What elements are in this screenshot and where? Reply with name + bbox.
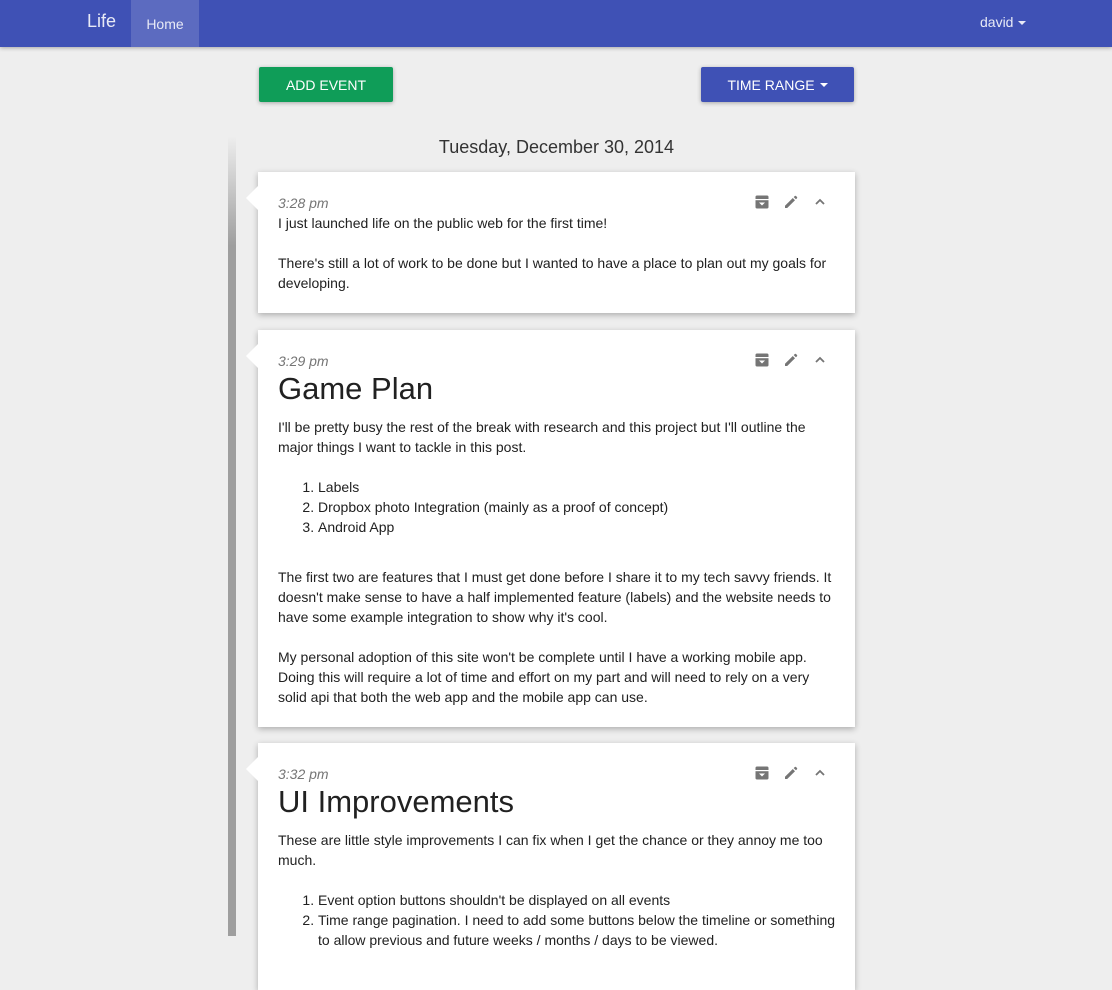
card-pointer: [246, 186, 258, 210]
event-time: 3:28 pm: [278, 195, 329, 211]
day-heading: Tuesday, December 30, 2014: [438, 137, 675, 157]
event-actions: [753, 351, 829, 369]
event-time: 3:32 pm: [278, 766, 329, 782]
list-item: Android App: [318, 517, 835, 537]
list-item: Dropbox photo Integration (mainly as a p…: [318, 497, 835, 517]
caret-down-icon: [819, 82, 828, 87]
pencil-icon[interactable]: [782, 193, 800, 211]
chevron-up-icon[interactable]: [811, 764, 829, 782]
archive-icon[interactable]: [753, 351, 771, 369]
brand-link[interactable]: Life: [87, 11, 116, 32]
event-text: My personal adoption of this site won't …: [278, 649, 810, 705]
list-item: Labels: [318, 477, 835, 497]
user-menu-dropdown[interactable]: david: [980, 14, 1027, 30]
event-list: Event option buttons shouldn't be displa…: [278, 890, 835, 950]
timeline-line: [228, 136, 236, 936]
user-name: david: [980, 14, 1014, 30]
event-text: These are little style improvements I ca…: [278, 832, 823, 868]
archive-icon[interactable]: [753, 764, 771, 782]
time-range-button[interactable]: TIME RANGE: [701, 67, 854, 102]
event-actions: [753, 193, 829, 211]
list-item: Event option buttons shouldn't be displa…: [318, 890, 835, 910]
pencil-icon[interactable]: [782, 764, 800, 782]
nav-home-link[interactable]: Home: [131, 0, 199, 47]
card-pointer: [246, 344, 258, 368]
chevron-up-icon[interactable]: [811, 193, 829, 211]
event-card: 3:29 pm Game Plan I'll be pretty busy th…: [246, 330, 855, 727]
add-event-label: ADD EVENT: [285, 76, 367, 93]
pencil-icon[interactable]: [782, 351, 800, 369]
time-range-label: TIME RANGE: [727, 76, 815, 93]
chevron-up-icon[interactable]: [811, 351, 829, 369]
event-text: The first two are features that I must g…: [278, 569, 832, 625]
add-event-button[interactable]: ADD EVENT: [259, 67, 393, 102]
event-time: 3:29 pm: [278, 353, 329, 369]
top-navbar: Life Home david: [0, 0, 1112, 47]
event-text: I'll be pretty busy the rest of the brea…: [278, 419, 806, 455]
card-pointer: [246, 757, 258, 781]
list-item: Time range pagination. I need to add som…: [318, 910, 835, 950]
archive-icon[interactable]: [753, 193, 771, 211]
caret-down-icon: [1018, 21, 1027, 26]
event-list: Labels Dropbox photo Integration (mainly…: [278, 477, 835, 537]
event-text: I just launched life on the public web f…: [278, 215, 608, 231]
event-actions: [753, 764, 829, 782]
event-title: Game Plan: [278, 371, 434, 406]
event-text: There's still a lot of work to be done b…: [278, 255, 827, 291]
event-card: 3:32 pm UI Improvements These are little…: [246, 743, 855, 990]
event-title: UI Improvements: [278, 784, 515, 819]
nav-home-label: Home: [146, 15, 184, 32]
event-card: 3:28 pm I just launched life on the publ…: [246, 172, 855, 313]
